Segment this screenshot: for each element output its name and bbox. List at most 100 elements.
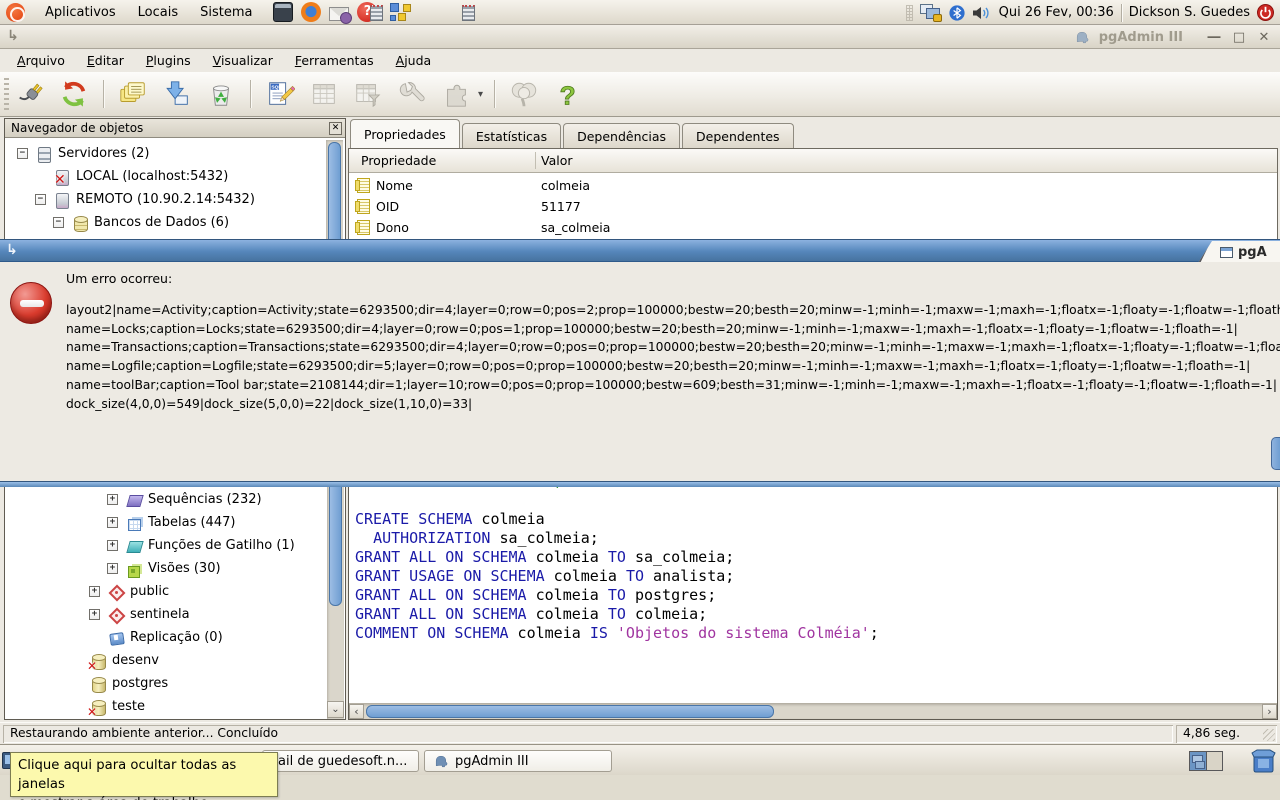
menu-ajuda[interactable]: Ajuda	[385, 53, 443, 68]
user-menu[interactable]: Dickson S. Guedes	[1129, 5, 1250, 20]
tree-item-sentinela[interactable]: +sentinela	[5, 603, 190, 626]
menu-ferramentas[interactable]: Ferramentas	[284, 53, 385, 68]
expander-icon[interactable]: +	[89, 609, 100, 620]
connect-icon[interactable]	[12, 76, 48, 112]
expander-icon[interactable]: +	[89, 586, 100, 597]
window-tab[interactable]: pgA	[1196, 241, 1280, 263]
dropdown-arrow-icon[interactable]: ▾	[478, 89, 483, 100]
tree-item-bancos-de-dados-6[interactable]: −Bancos de Dados (6)	[5, 211, 229, 234]
tree-scrollbar-thumb[interactable]	[328, 142, 341, 241]
launcher-spring-icon-1[interactable]	[370, 3, 416, 23]
expander-icon[interactable]: −	[53, 217, 64, 228]
tree-item-postgres[interactable]: +postgres	[5, 672, 168, 695]
object-browser-tree: −Servidores (2)+✕LOCAL (localhost:5432)−…	[5, 138, 345, 241]
workspace-1[interactable]	[1190, 752, 1207, 770]
pgadmin-toolbar: SQL ▾?	[0, 72, 1280, 117]
taskbar-button-mail[interactable]: ail de guedesoft.n...	[262, 750, 419, 772]
tree-item-servidores-2[interactable]: −Servidores (2)	[5, 142, 149, 165]
resize-grip[interactable]	[1263, 729, 1275, 741]
sql-line: GRANT USAGE ON SCHEMA colmeia TO analist…	[355, 567, 879, 586]
error-heading: Um erro ocorreu:	[66, 271, 172, 286]
tree-item-local-localhost-5432[interactable]: +✕LOCAL (localhost:5432)	[5, 165, 228, 188]
expander-icon[interactable]: −	[17, 148, 28, 159]
maintenance-icon[interactable]	[394, 76, 430, 112]
power-icon[interactable]	[1257, 4, 1274, 21]
workspace-switcher[interactable]	[1189, 751, 1223, 771]
tree-scrollbar-thumb-lower[interactable]	[329, 466, 342, 606]
refresh-icon[interactable]	[56, 76, 92, 112]
tree-item-vis-es-30[interactable]: +Visões (30)	[5, 557, 221, 580]
sql-pane[interactable]: -- DROP SCHEMA colmeia; CREATE SCHEMA co…	[348, 462, 1278, 720]
scroll-left-icon[interactable]: ‹	[349, 704, 364, 719]
menu-locais[interactable]: Locais	[127, 0, 189, 25]
scroll-right-icon[interactable]: ›	[1262, 704, 1277, 719]
help-icon[interactable]: ?	[550, 76, 586, 112]
tree-item-public[interactable]: +public	[5, 580, 169, 603]
tooltip-line1: Clique aqui para ocultar todas as janela…	[18, 756, 270, 794]
ubuntu-logo-icon[interactable]	[6, 3, 25, 22]
menu-visualizar[interactable]: Visualizar	[202, 53, 284, 68]
pgadmin-titlebar[interactable]: ↳ pgAdmin III ― □ ✕	[0, 25, 1280, 49]
tree-item-desenv[interactable]: +✕desenv	[5, 649, 159, 672]
property-row-nome[interactable]: Nomecolmeia	[349, 175, 1277, 196]
error-dialog-titlebar[interactable]: ↳ pgA	[0, 239, 1280, 262]
property-row-dono[interactable]: Donosa_colmeia	[349, 217, 1277, 238]
expander-icon[interactable]: +	[107, 517, 118, 528]
menu-plugins[interactable]: Plugins	[135, 53, 202, 68]
tab-dependentes[interactable]: Dependentes	[682, 123, 794, 148]
sql-line: CREATE SCHEMA colmeia	[355, 510, 879, 529]
expander-icon[interactable]: +	[107, 540, 118, 551]
error-scrollbar-fragment[interactable]	[1271, 437, 1280, 470]
tree-item-replica-o-0[interactable]: +Replicação (0)	[5, 626, 223, 649]
sql-query-icon[interactable]: SQL	[262, 76, 298, 112]
error-dialog: ↳ pgA Um erro ocorreu: layout2|name=Acti…	[0, 239, 1280, 487]
context-help-icon[interactable]	[506, 76, 542, 112]
close-button[interactable]: ✕	[1256, 30, 1272, 45]
menu-editar[interactable]: Editar	[76, 53, 135, 68]
firefox-icon[interactable]	[301, 2, 321, 22]
property-row-oid[interactable]: OID 51177	[349, 196, 1277, 217]
delete-icon[interactable]	[203, 76, 239, 112]
taskbar-button-pgadmin[interactable]: pgAdmin III	[424, 750, 612, 772]
tree-item-teste[interactable]: +✕teste	[5, 695, 145, 718]
menu-sistema[interactable]: Sistema	[189, 0, 263, 25]
filtered-view-icon[interactable]	[350, 76, 386, 112]
bluetooth-icon[interactable]	[949, 5, 965, 21]
sql-hscrollbar[interactable]: ‹ ›	[349, 703, 1277, 719]
menu-arquivo[interactable]: Arquivo	[6, 53, 76, 68]
minimize-button[interactable]: ―	[1206, 30, 1222, 45]
property-value: 51177	[541, 199, 581, 214]
menu-aplicativos[interactable]: Aplicativos	[34, 0, 127, 25]
tree-item-clipped[interactable]: +	[5, 718, 112, 720]
tab-dependências[interactable]: Dependências	[563, 123, 680, 148]
expander-icon[interactable]: +	[107, 494, 118, 505]
object-browser-header: Navegador de objetos	[5, 119, 345, 138]
properties-icon[interactable]	[115, 76, 151, 112]
property-name: OID	[376, 199, 399, 214]
expander-icon[interactable]: −	[35, 194, 46, 205]
launcher-spring-icon-2[interactable]	[462, 3, 478, 23]
plugins-icon[interactable]	[438, 76, 474, 112]
property-name: Dono	[376, 220, 409, 235]
expander-icon[interactable]: +	[107, 563, 118, 574]
tree-item-remoto-10-90-2-14-5432[interactable]: −REMOTO (10.90.2.14:5432)	[5, 188, 255, 211]
clock[interactable]: Qui 26 Fev, 00:36	[999, 5, 1114, 20]
email-icon[interactable]	[329, 7, 349, 21]
maximize-button[interactable]: □	[1231, 30, 1247, 45]
trash-icon[interactable]	[1250, 748, 1277, 773]
close-icon[interactable]: ✕	[329, 122, 342, 135]
tab-propriedades[interactable]: Propriedades	[350, 119, 460, 148]
tree-item-fun-es-de-gatilho-1[interactable]: +Funções de Gatilho (1)	[5, 534, 295, 557]
sql-hscrollbar-thumb[interactable]	[366, 705, 774, 718]
tab-estatísticas[interactable]: Estatísticas	[462, 123, 561, 148]
tree-item-sequ-ncias-232[interactable]: +Sequências (232)	[5, 488, 262, 511]
volume-icon[interactable]	[972, 5, 992, 21]
workspace-2[interactable]	[1207, 752, 1222, 770]
terminal-icon[interactable]	[273, 2, 293, 22]
tree-item-tabelas-447[interactable]: +Tabelas (447)	[5, 511, 235, 534]
panel-drag-handle[interactable]	[906, 5, 913, 21]
view-data-icon[interactable]	[306, 76, 342, 112]
paste-icon[interactable]	[159, 76, 195, 112]
scroll-down-icon[interactable]: ⌄	[327, 701, 344, 718]
network-lock-icon[interactable]	[920, 4, 942, 21]
